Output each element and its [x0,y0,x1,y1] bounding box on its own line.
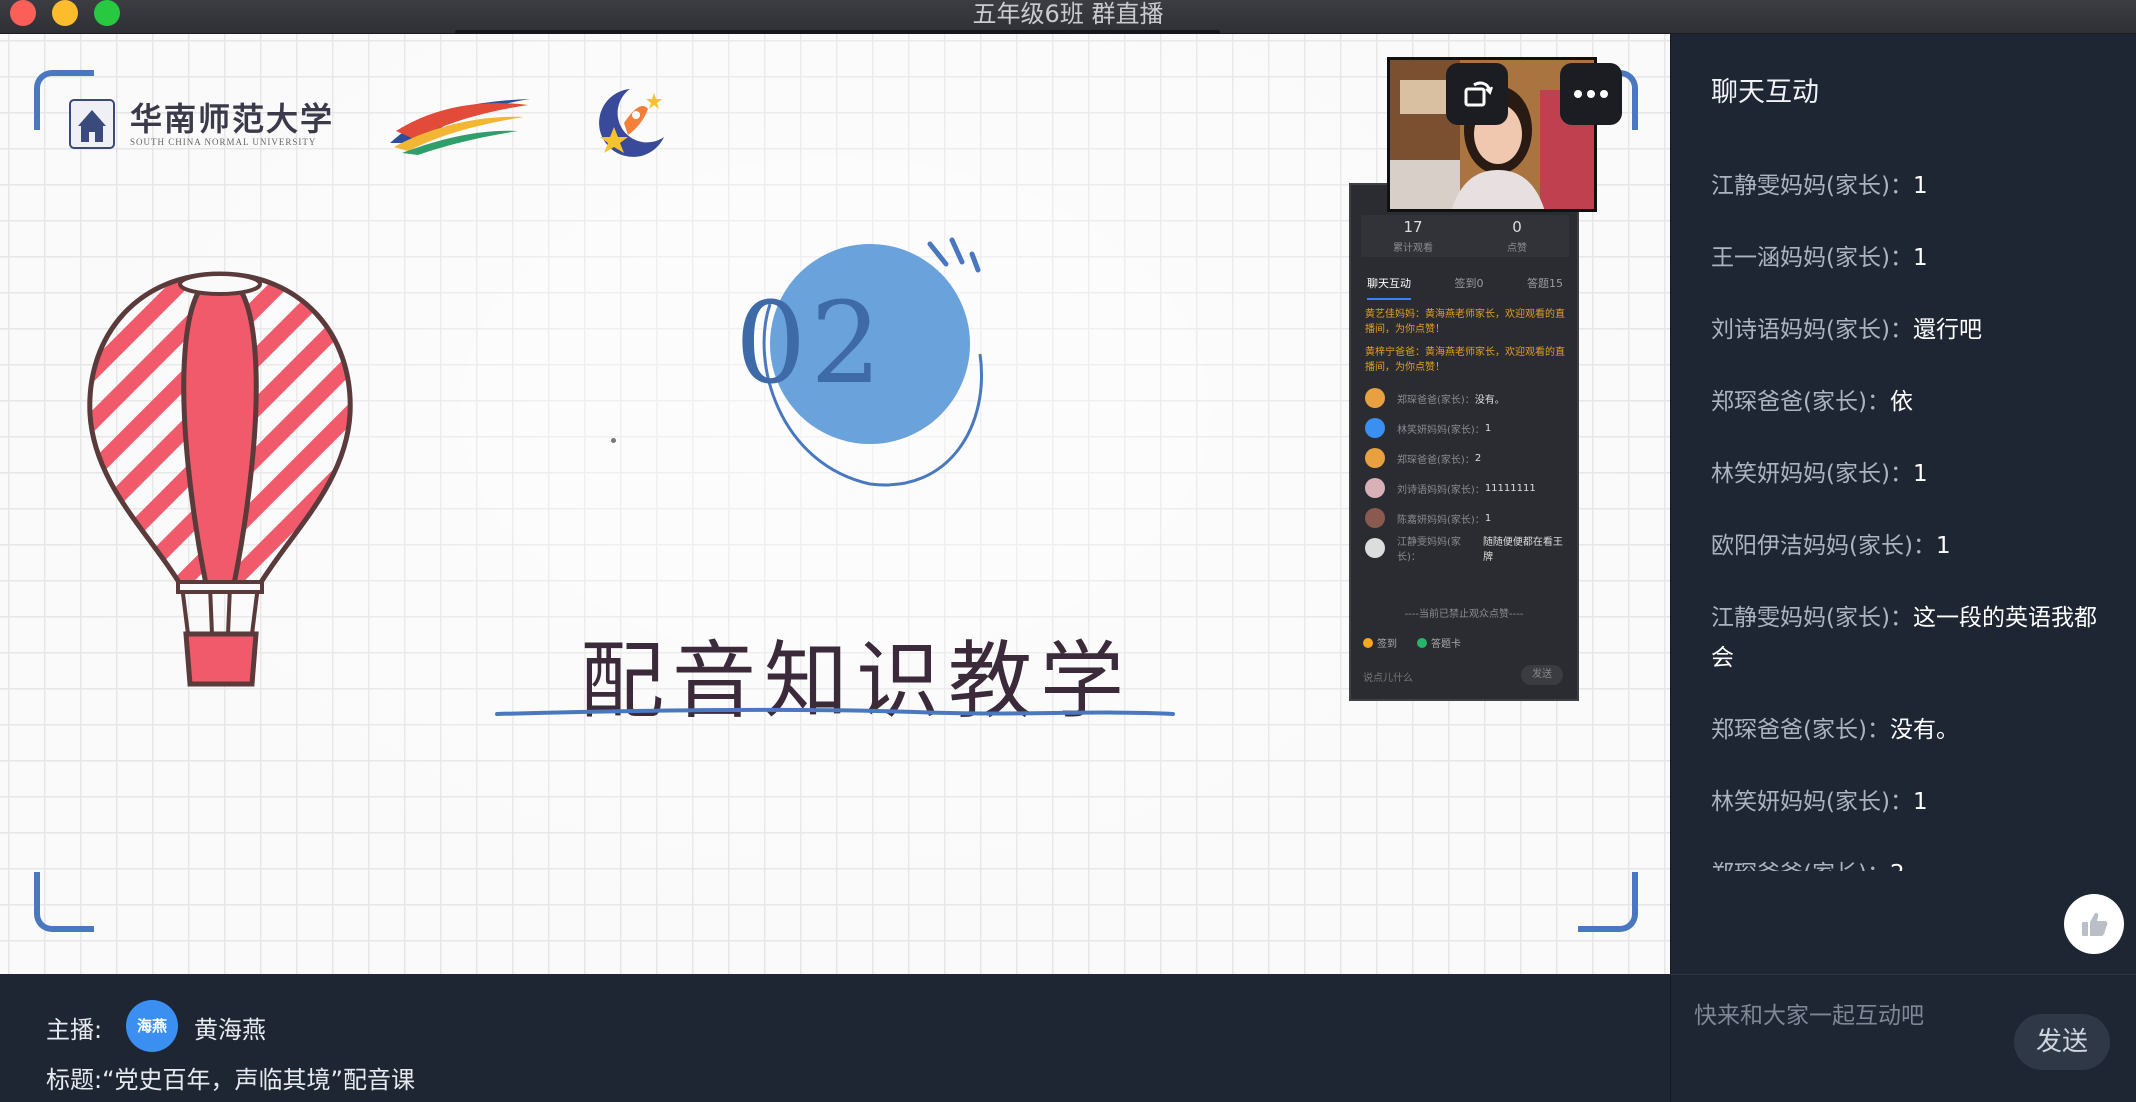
phone-chat-message: 郑琛爸爸(家长)： 2 [1365,443,1571,473]
phone-preview: 17 累计观看 0 点赞 聊天互动 签到0 答题15 黄艺佳妈妈：黄海燕老师家长… [1349,183,1579,701]
section-number: 02 [735,279,886,409]
host-label: 主播: [46,1016,103,1044]
window-title: 五年级6班 群直播 [972,0,1164,28]
university-logo: 华南师范大学 SOUTH CHINA NORMAL UNIVERSITY [66,96,334,152]
chat-panel: 聊天互动 江静雯妈妈(家长)：1 王一涵妈妈(家长)：1 刘诗语妈妈(家长)：還… [1670,34,2136,1102]
chat-message-list[interactable]: 江静雯妈妈(家长)：1 王一涵妈妈(家长)：1 刘诗语妈妈(家长)：還行吧 郑琛… [1711,166,2111,871]
university-subtitle: SOUTH CHINA NORMAL UNIVERSITY [130,137,317,147]
avatar [1365,538,1385,558]
chat-title: 聊天互动 [1711,77,1819,108]
title-underline-stroke [495,707,1175,716]
phone-system-message: 黄梓宁爸爸：黄海燕老师家长，欢迎观看的直播间，为你点赞！ [1365,347,1565,373]
phone-notice: ----当前已禁止观众点赞---- [1404,609,1524,620]
slide-stage: 华南师范大学 SOUTH CHINA NORMAL UNIVERSITY 02 … [0,34,1670,974]
chat-input-divider [1670,974,2136,975]
hot-air-balloon-illustration [87,271,353,687]
phone-tab-chat[interactable]: 聊天互动 [1367,270,1411,300]
phone-action-buttons: 签到 答题卡 [1363,635,1461,650]
slide-corner-bottom-left [34,872,94,932]
phone-chat-list: 黄艺佳妈妈：黄海燕老师家长，欢迎观看的直播间，为你点赞！ 黄梓宁爸爸：黄海燕老师… [1365,307,1571,563]
phone-tab-signin[interactable]: 签到0 [1455,270,1484,300]
chat-input[interactable]: 快来和大家一起互动吧 [1694,996,1924,1030]
chat-message: 林笑妍妈妈(家长)：1 [1711,789,1928,815]
logo-row: 华南师范大学 SOUTH CHINA NORMAL UNIVERSITY [66,84,674,164]
chat-message: 郑琛爸爸(家长)：没有。 [1711,717,1959,743]
avatar [1365,418,1385,438]
phone-chat-input[interactable]: 说点儿什么 [1363,669,1413,684]
phone-signin-button[interactable]: 签到 [1363,635,1397,650]
phone-chat-message: 江静雯妈妈(家长)： 随随便便都在看王牌 [1365,533,1571,563]
avatar [1365,508,1385,528]
rotate-camera-icon [1464,81,1493,107]
send-button[interactable]: 发送 [2014,1014,2110,1070]
chat-message: 欧阳伊洁妈妈(家长)：1 [1711,533,1951,559]
chat-message: 林笑妍妈妈(家长)：1 [1711,461,1928,487]
phone-send-button[interactable]: 发送 [1521,665,1563,685]
phone-answer-card-button[interactable]: 答题卡 [1417,635,1461,650]
avatar [1365,388,1385,408]
phone-chat-message: 陈嘉妍妈妈(家长)： 1 [1365,503,1571,533]
chat-message: 王一涵妈妈(家长)：1 [1711,245,1928,271]
phone-chat-message: 刘诗语妈妈(家长)： 11111111 [1365,473,1571,503]
host-avatar[interactable]: 海燕 [126,1000,178,1052]
chat-message: 郑琛爸爸(家长)：2 [1711,854,2111,871]
phone-chat-message: 郑琛爸爸(家长)： 没有。 [1365,383,1571,413]
university-emblem-icon [69,99,115,149]
thumbs-up-icon [2082,912,2108,936]
topic-text: “党史百年，声临其境”配音课 [102,1066,415,1094]
phone-chat-message: 林笑妍妈妈(家长)： 1 [1365,413,1571,443]
rotate-camera-button[interactable] [1446,63,1508,125]
like-button[interactable] [2064,894,2124,954]
phone-tab-quiz[interactable]: 答题15 [1527,270,1563,300]
stat-likes: 0 点赞 [1507,218,1527,254]
chat-message: 郑琛爸爸(家长)：依 [1711,389,1913,415]
host-name: 黄海燕 [194,1016,266,1044]
phone-system-message: 黄艺佳妈妈：黄海燕老师家长，欢迎观看的直播间，为你点赞！ [1365,309,1565,335]
chat-message: 刘诗语妈妈(家长)：還行吧 [1711,317,1982,343]
slide-corner-bottom-right [1578,872,1638,932]
moon-star-logo [599,89,665,157]
rainbow-wave-logo [390,99,531,155]
chat-message: 江静雯妈妈(家长)：1 [1711,173,1928,199]
university-name: 华南师范大学 [130,100,335,138]
topic-line: 标题:“党史百年，声临其境”配音课 [46,1060,415,1095]
topic-label: 标题: [46,1066,103,1094]
phone-tabs: 聊天互动 签到0 答题15 [1355,270,1575,300]
avatar [1365,448,1385,468]
more-options-button[interactable] [1560,63,1622,125]
avatar [1365,478,1385,498]
chat-message: 江静雯妈妈(家长)：这一段的英语我都会 [1711,605,2097,671]
window-titlebar: 五年级6班 群直播 [0,0,2136,34]
stat-viewers: 17 累计观看 [1393,218,1433,254]
phone-stats: 17 累计观看 0 点赞 [1361,215,1569,257]
more-dots-icon [1574,90,1608,98]
